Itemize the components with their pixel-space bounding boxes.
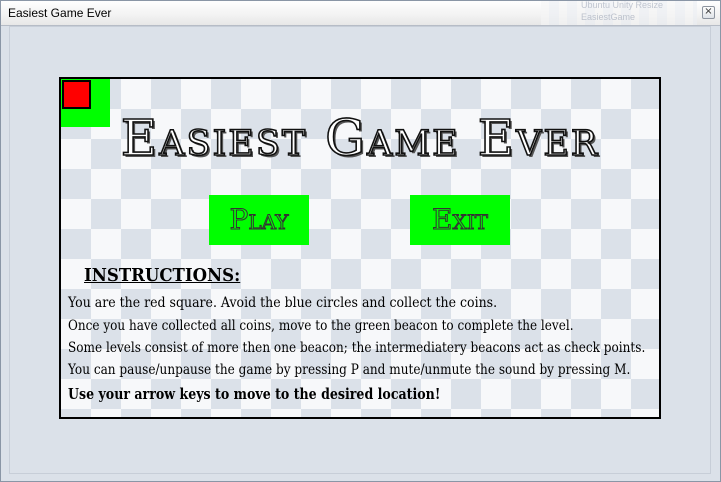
background-window-strip: Ubuntu Unity Resize EasiestGame (541, 0, 697, 25)
close-button[interactable]: × (702, 6, 715, 19)
title-bar[interactable]: Easiest Game Ever Ubuntu Unity Resize Ea… (1, 0, 720, 26)
exit-button[interactable]: Exit (410, 195, 510, 245)
instruction-line: Once you have collected all coins, move … (68, 318, 574, 334)
instructions-heading: INSTRUCTIONS: (84, 265, 241, 286)
play-button[interactable]: Play (209, 195, 309, 245)
instruction-line: You can pause/unpause the game by pressi… (68, 362, 631, 378)
red-square-player (62, 80, 91, 109)
instruction-line: You are the red square. Avoid the blue c… (68, 295, 498, 311)
instruction-line-emphasis: Use your arrow keys to move to the desir… (68, 385, 441, 403)
game-title: Easiest Game Ever (120, 108, 600, 168)
close-icon: × (704, 6, 713, 17)
background-window-text: Ubuntu Unity Resize (581, 0, 664, 10)
window-title: Easiest Game Ever (8, 6, 112, 20)
game-canvas[interactable]: Easiest Game Ever Play Exit INSTRUCTIONS… (59, 77, 661, 419)
instruction-line: Some levels consist of more then one bea… (68, 340, 646, 356)
app-window: Easiest Game Ever Ubuntu Unity Resize Ea… (0, 0, 721, 482)
background-window-text: EasiestGame (581, 12, 636, 22)
